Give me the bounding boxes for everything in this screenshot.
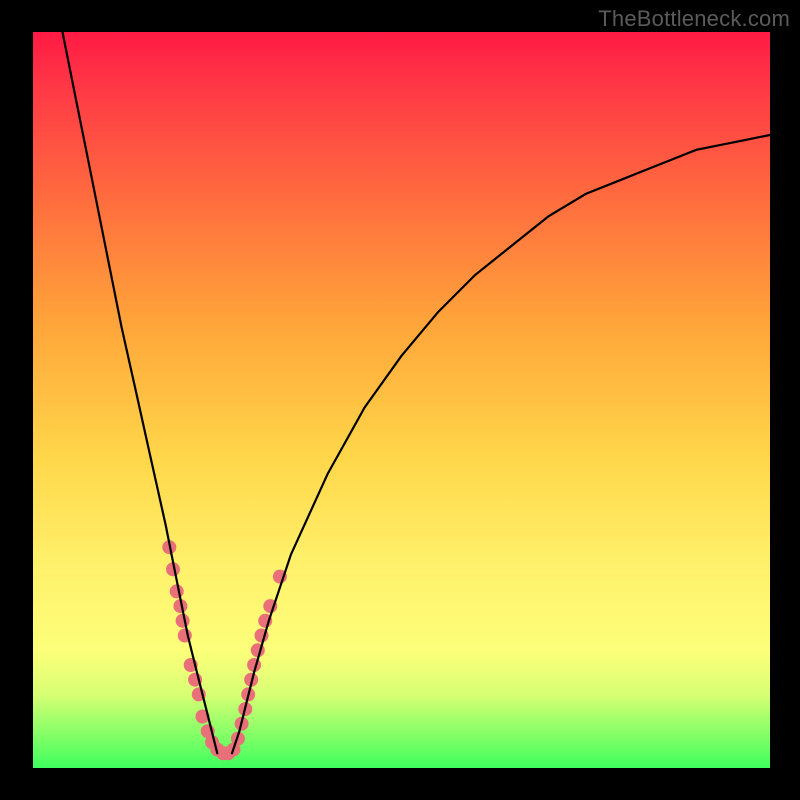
chart-frame: TheBottleneck.com [0,0,800,800]
plot-area [33,32,770,768]
marker-dot [170,584,184,598]
curve-right [232,135,770,753]
chart-svg [33,32,770,768]
curve-left [63,32,218,753]
markers-group [162,540,287,760]
marker-dot [176,614,190,628]
watermark-text: TheBottleneck.com [598,6,790,32]
